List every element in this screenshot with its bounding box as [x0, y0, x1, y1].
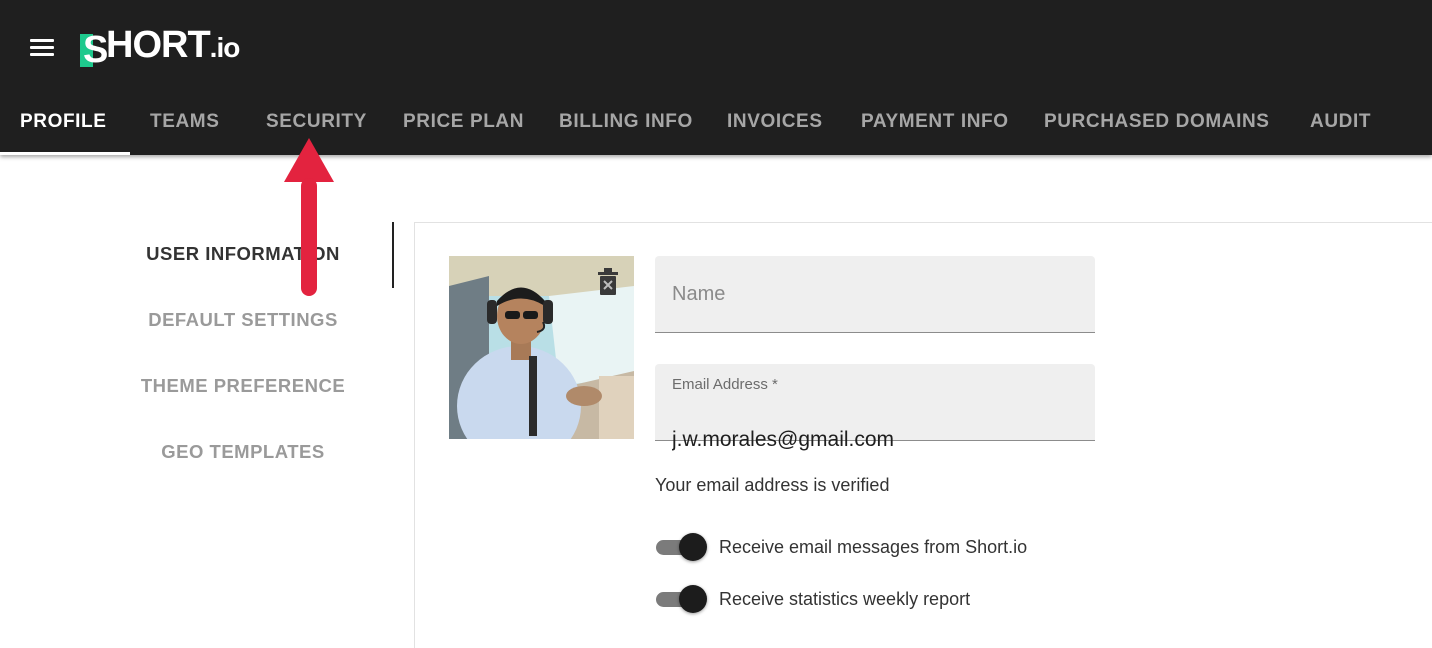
tab-billing-info[interactable]: BILLING INFO [559, 92, 693, 155]
sidebar-item-default-settings[interactable]: DEFAULT SETTINGS [100, 309, 386, 331]
tab-invoices[interactable]: INVOICES [727, 92, 823, 155]
name-field[interactable] [655, 256, 1095, 333]
profile-sidebar: USER INFORMATION DEFAULT SETTINGS THEME … [100, 222, 394, 462]
weekly-report-toggle[interactable] [655, 584, 707, 614]
account-tabs: PROFILE TEAMS SECURITY PRICE PLAN BILLIN… [0, 92, 1432, 155]
sidebar-item-user-information[interactable]: USER INFORMATION [100, 243, 386, 265]
tab-teams[interactable]: TEAMS [150, 92, 220, 155]
sidebar-active-indicator [392, 222, 394, 288]
weekly-report-toggle-label: Receive statistics weekly report [719, 588, 971, 609]
name-input[interactable] [655, 256, 1095, 332]
tab-security[interactable]: SECURITY [266, 92, 367, 155]
email-input[interactable] [672, 402, 1072, 478]
email-field[interactable]: Email Address * [655, 364, 1095, 478]
trash-icon[interactable] [597, 268, 619, 296]
short-io-logo[interactable]: S HORT.io [80, 24, 240, 70]
logo-wordmark: HORT.io [106, 24, 240, 66]
app-bar: S HORT.io PROFILE TEAMS SECURITY PRICE P… [0, 0, 1432, 155]
sidebar-item-geo-templates[interactable]: GEO TEMPLATES [100, 441, 386, 463]
tab-price-plan[interactable]: PRICE PLAN [403, 92, 524, 155]
tab-audit[interactable]: AUDIT [1310, 92, 1371, 155]
sidebar-item-theme-preference[interactable]: THEME PREFERENCE [100, 375, 386, 397]
toggle-row-email-messages: Receive email messages from Short.io [655, 532, 1027, 562]
email-verified-text: Your email address is verified [655, 475, 890, 495]
email-field-label: Email Address * [672, 376, 778, 393]
email-messages-toggle[interactable] [655, 532, 707, 562]
tab-purchased-domains[interactable]: PURCHASED DOMAINS [1044, 92, 1270, 155]
tab-payment-info[interactable]: PAYMENT INFO [861, 92, 1009, 155]
logo-s-mark: S [80, 30, 108, 70]
email-messages-toggle-label: Receive email messages from Short.io [719, 536, 1028, 557]
tab-profile[interactable]: PROFILE [0, 92, 129, 155]
hamburger-menu-icon[interactable] [28, 36, 56, 60]
toggle-row-weekly-report: Receive statistics weekly report [655, 584, 970, 614]
